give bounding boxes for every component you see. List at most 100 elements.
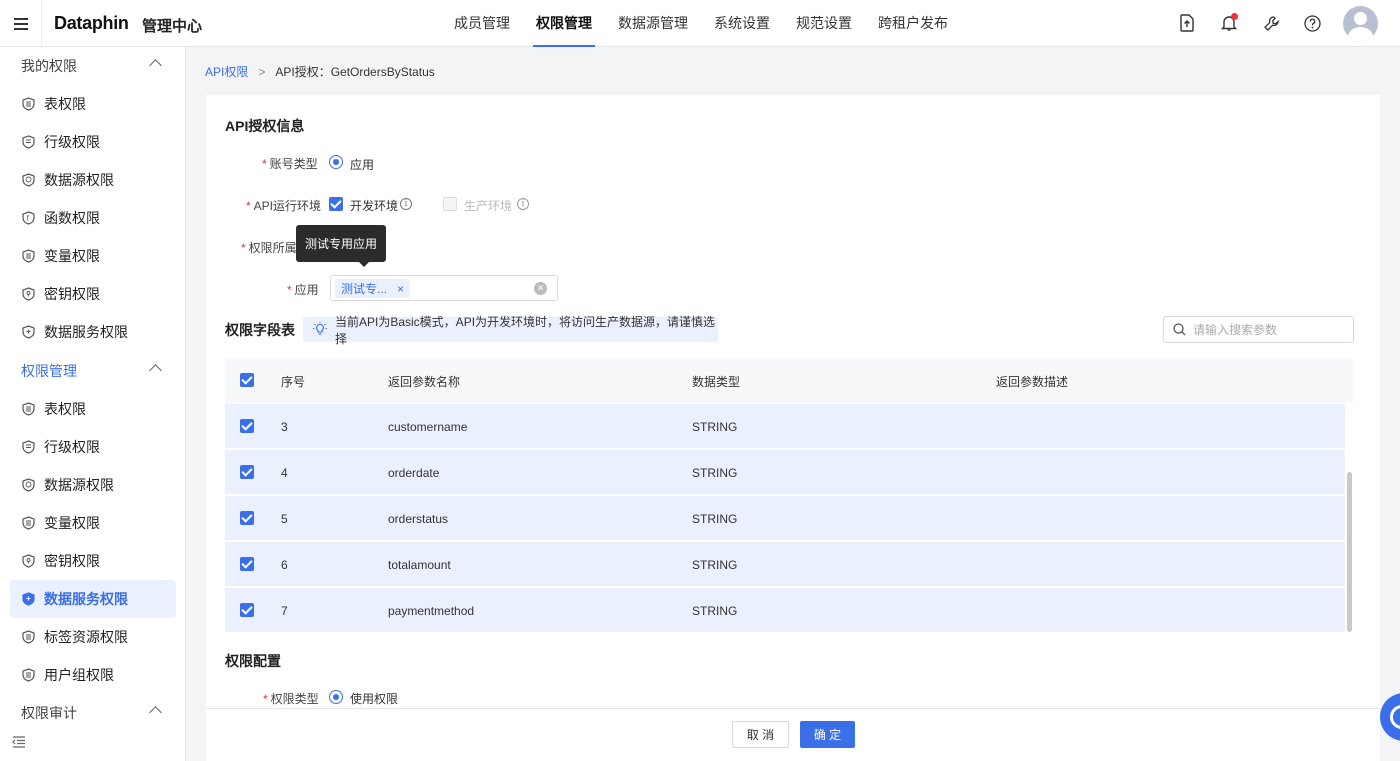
breadcrumb-current: API授权：GetOrdersByStatus (275, 65, 435, 79)
app-tag-label: 测试专... (341, 282, 388, 296)
section-title-fields: 权限字段表 (225, 322, 295, 338)
sidebar-group-permission-management[interactable]: 权限管理 (0, 352, 186, 390)
account-type-radio[interactable] (329, 155, 343, 169)
table-row[interactable]: 4 orderdate STRING (225, 450, 1345, 495)
sidebar-item-label: 用户组权限 (44, 667, 114, 683)
sidebar-group-label: 权限审计 (21, 705, 77, 721)
logo[interactable]: Dataphin (54, 13, 129, 34)
nav-datasources[interactable]: 数据源管理 (605, 0, 701, 47)
table-row[interactable]: 3 customername STRING (225, 404, 1345, 449)
user-avatar[interactable] (1343, 6, 1378, 41)
row-number: 3 (281, 420, 288, 434)
assistant-icon[interactable] (1380, 693, 1400, 741)
wrench-icon[interactable] (1261, 13, 1281, 33)
table-row[interactable]: 5 orderstatus STRING (225, 496, 1345, 541)
env-dev-checkbox[interactable] (329, 197, 343, 211)
env-label: * API运行环境 (246, 199, 322, 213)
column-header[interactable]: 返回参数描述 (996, 373, 1068, 390)
param-name: customername (388, 420, 468, 434)
shield-icon (22, 668, 35, 682)
table-row[interactable]: 7 paymentmethod STRING (225, 588, 1345, 633)
perm-type-radio[interactable] (329, 690, 343, 704)
sidebar-item-my-data-service[interactable]: 数据服务权限 (10, 313, 176, 351)
shield-icon (22, 287, 35, 301)
search-input[interactable] (1193, 321, 1343, 339)
sidebar-group-my-permissions[interactable]: 我的权限 (0, 47, 186, 85)
sidebar-item-my-table[interactable]: 表权限 (10, 85, 176, 123)
chevron-up-icon (149, 364, 162, 377)
sidebar-item-user-group[interactable]: 用户组权限 (10, 656, 176, 694)
shield-icon (22, 630, 35, 644)
table-row[interactable]: 6 totalamount STRING (225, 542, 1345, 587)
row-checkbox[interactable] (240, 419, 254, 433)
sidebar-item-tag-resource[interactable]: 标签资源权限 (10, 618, 176, 656)
sidebar-item-my-row[interactable]: 行级权限 (10, 123, 176, 161)
nav-system-settings[interactable]: 系统设置 (701, 0, 783, 47)
svg-text:f: f (26, 215, 30, 223)
column-header[interactable]: 序号 (281, 373, 305, 390)
row-checkbox[interactable] (240, 603, 254, 617)
breadcrumb-link[interactable]: API权限 (205, 63, 248, 80)
table-scrollbar[interactable] (1347, 472, 1352, 632)
row-checkbox[interactable] (240, 557, 254, 571)
sidebar-group-audit[interactable]: 权限审计 (0, 694, 186, 732)
tooltip: 测试专用应用 (296, 225, 386, 267)
info-icon[interactable]: i (400, 198, 412, 210)
shield-icon (22, 97, 35, 111)
sidebar-item-label: 标签资源权限 (44, 629, 128, 645)
menu-toggle-icon[interactable] (0, 0, 42, 47)
sidebar-item-variable[interactable]: 变量权限 (10, 504, 176, 542)
sidebar-item-my-datasource[interactable]: 数据源权限 (10, 161, 176, 199)
bell-icon[interactable] (1219, 13, 1239, 33)
collapse-sidebar-icon[interactable] (12, 735, 28, 751)
shield-icon (22, 325, 35, 339)
info-icon[interactable]: i (517, 198, 529, 210)
shield-icon (22, 554, 35, 568)
sidebar-item-label: 函数权限 (44, 210, 100, 226)
nav-standards[interactable]: 规范设置 (783, 0, 865, 47)
select-all-checkbox[interactable] (240, 373, 254, 387)
sidebar: 我的权限 表权限 行级权限 数据源权限 f 函数权限 变量权限 密钥权限 数据服… (0, 47, 186, 761)
row-checkbox[interactable] (240, 465, 254, 479)
shield-icon (22, 249, 35, 263)
nav-members[interactable]: 成员管理 (441, 0, 523, 47)
breadcrumb: API权限 > API授权：GetOrdersByStatus (205, 63, 435, 80)
param-name: totalamount (388, 558, 451, 572)
app-select[interactable]: 测试专... × ✕ (330, 275, 558, 301)
sidebar-item-datasource[interactable]: 数据源权限 (10, 466, 176, 504)
sidebar-item-table[interactable]: 表权限 (10, 390, 176, 428)
close-icon[interactable]: × (397, 282, 404, 296)
sidebar-item-data-service[interactable]: 数据服务权限 (10, 580, 176, 618)
confirm-button[interactable]: 确 定 (800, 721, 855, 748)
param-type: STRING (692, 420, 738, 434)
sidebar-item-label: 数据服务权限 (44, 324, 128, 340)
page-scrollbar[interactable] (1393, 47, 1400, 697)
column-header[interactable]: 数据类型 (692, 373, 740, 390)
sidebar-item-row[interactable]: 行级权限 (10, 428, 176, 466)
sidebar-item-label: 数据服务权限 (44, 591, 128, 607)
sidebar-item-my-function[interactable]: f 函数权限 (10, 199, 176, 237)
section-title-api-auth: API授权信息 (225, 118, 305, 134)
sidebar-item-key[interactable]: 密钥权限 (10, 542, 176, 580)
nav-cross-tenant[interactable]: 跨租户发布 (865, 0, 961, 47)
shield-icon (22, 516, 35, 530)
nav-permissions[interactable]: 权限管理 (523, 0, 605, 47)
sidebar-item-my-variable[interactable]: 变量权限 (10, 237, 176, 275)
clear-icon[interactable]: ✕ (534, 282, 547, 295)
upload-icon[interactable] (1177, 13, 1197, 33)
notification-dot (1231, 13, 1238, 20)
row-checkbox[interactable] (240, 511, 254, 525)
sidebar-group-label: 我的权限 (21, 58, 77, 74)
sidebar-item-my-key[interactable]: 密钥权限 (10, 275, 176, 313)
notice-banner: 当前API为Basic模式，API为开发环境时，将访问生产数据源，请谨慎选择 (303, 315, 718, 346)
column-header[interactable]: 返回参数名称 (388, 373, 460, 390)
search-box[interactable] (1163, 316, 1354, 343)
perm-type-label: * 权限类型 (263, 692, 319, 706)
help-icon[interactable] (1302, 13, 1322, 33)
top-header: Dataphin 管理中心 成员管理 权限管理 数据源管理 系统设置 规范设置 … (0, 0, 1400, 47)
sidebar-item-label: 变量权限 (44, 515, 100, 531)
sidebar-item-label: 密钥权限 (44, 553, 100, 569)
cancel-button[interactable]: 取 消 (732, 721, 789, 748)
param-type: STRING (692, 466, 738, 480)
sidebar-item-label: 密钥权限 (44, 286, 100, 302)
